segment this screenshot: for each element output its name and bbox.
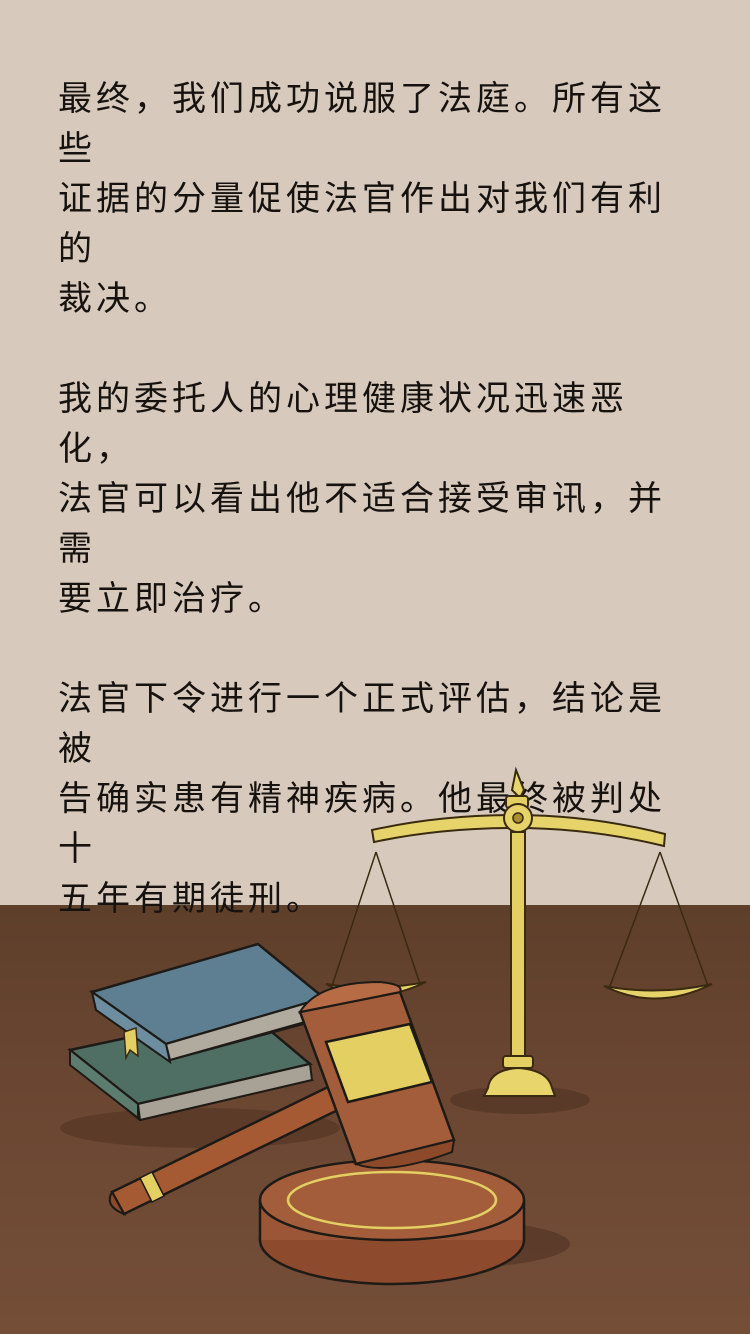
paragraph-2: 我的委托人的心理健康状况迅速恶化， 法官可以看出他不适合接受审讯，并需 要立即治… (58, 379, 666, 619)
paragraph-1: 最终，我们成功说服了法庭。所有这些 证据的分量促使法官作出对我们有利的 裁决。 (58, 79, 666, 319)
courtroom-illustration (60, 766, 713, 1286)
